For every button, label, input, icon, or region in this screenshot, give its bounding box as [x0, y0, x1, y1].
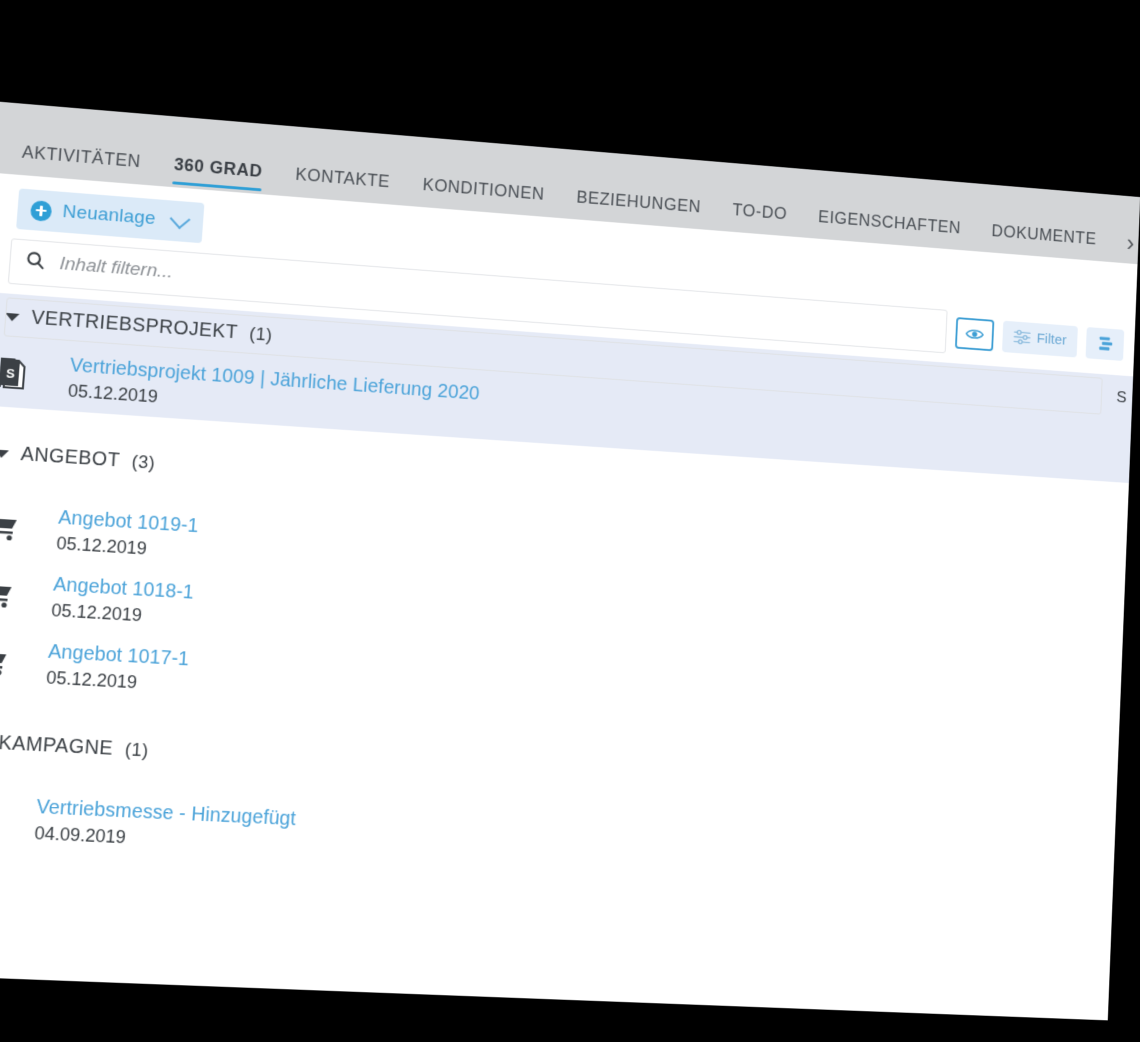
preview-toggle-button[interactable]	[954, 316, 995, 351]
list-item-title[interactable]: Angebot 1017-1	[47, 641, 189, 671]
cart-icon	[0, 577, 53, 611]
list-item-date: 05.12.2019	[55, 533, 148, 559]
sliders-icon	[1013, 329, 1031, 346]
screenshot-stage: AKTIVITÄTEN 360 GRAD KONTAKTE KONDITIONE…	[0, 0, 1140, 1042]
tab-label: AKTIVITÄTEN	[21, 142, 142, 172]
tab-label: BEZIEHUNGEN	[576, 187, 702, 217]
group-title: VERTRIEBSPROJEKT	[30, 307, 239, 344]
list-item-date: 05.12.2019	[50, 600, 143, 626]
group-header-edge-char: S	[1116, 388, 1128, 407]
filter-button-label: Filter	[1036, 330, 1067, 349]
document-s-icon: S	[0, 354, 70, 395]
group-count: (3)	[131, 451, 156, 473]
group-count: (1)	[124, 739, 150, 761]
tab-label: KONDITIONEN	[422, 174, 546, 204]
chevron-right-icon[interactable]: ›	[1126, 229, 1135, 264]
list-item-date: 05.12.2019	[45, 667, 138, 693]
caret-down-icon[interactable]	[4, 312, 20, 322]
tab-label: DOKUMENTE	[991, 221, 1097, 249]
tab-to-do[interactable]: TO-DO	[731, 200, 788, 236]
people-icon	[0, 801, 37, 834]
search-icon	[24, 249, 47, 276]
cart-icon	[0, 644, 48, 678]
list-item-title[interactable]: Angebot 1019-1	[58, 507, 200, 538]
new-entry-button[interactable]: Neuanlage	[16, 188, 205, 244]
list-item-text: Angebot 1019-1 05.12.2019	[56, 507, 199, 563]
tab-label: EIGENSCHAFTEN	[817, 207, 962, 238]
group-title: ANGEBOT	[19, 443, 121, 472]
list-item-text: Vertriebsmesse - Hinzugefügt 04.09.2019	[34, 796, 297, 856]
app-card: AKTIVITÄTEN 360 GRAD KONTAKTE KONDITIONE…	[0, 99, 1140, 1021]
svg-text:S: S	[5, 366, 15, 381]
new-entry-label: Neuanlage	[61, 201, 157, 229]
tab-label: TO-DO	[732, 200, 788, 224]
list-item-text: Angebot 1017-1 05.12.2019	[46, 641, 190, 696]
layers-button[interactable]	[1085, 326, 1125, 361]
tab-label: 360 GRAD	[173, 154, 264, 181]
tab-360-grad[interactable]: 360 GRAD	[172, 155, 263, 194]
plus-circle-icon	[29, 199, 53, 222]
list-item-title[interactable]: Angebot 1018-1	[52, 574, 195, 605]
chevron-down-icon[interactable]	[169, 208, 191, 229]
group-count: (1)	[248, 323, 274, 345]
layers-icon	[1098, 336, 1112, 351]
caret-down-icon[interactable]	[0, 449, 9, 458]
eye-icon	[965, 327, 984, 341]
list-item-text: Angebot 1018-1 05.12.2019	[51, 574, 195, 629]
cart-icon	[0, 510, 59, 545]
filter-button[interactable]: Filter	[1001, 320, 1078, 358]
group-title: KAMPAGNE	[0, 732, 114, 760]
tab-label: KONTAKTE	[294, 164, 391, 192]
card-body: Neuanlage Inhalt filtern... Filter VERTR…	[0, 171, 1138, 1021]
